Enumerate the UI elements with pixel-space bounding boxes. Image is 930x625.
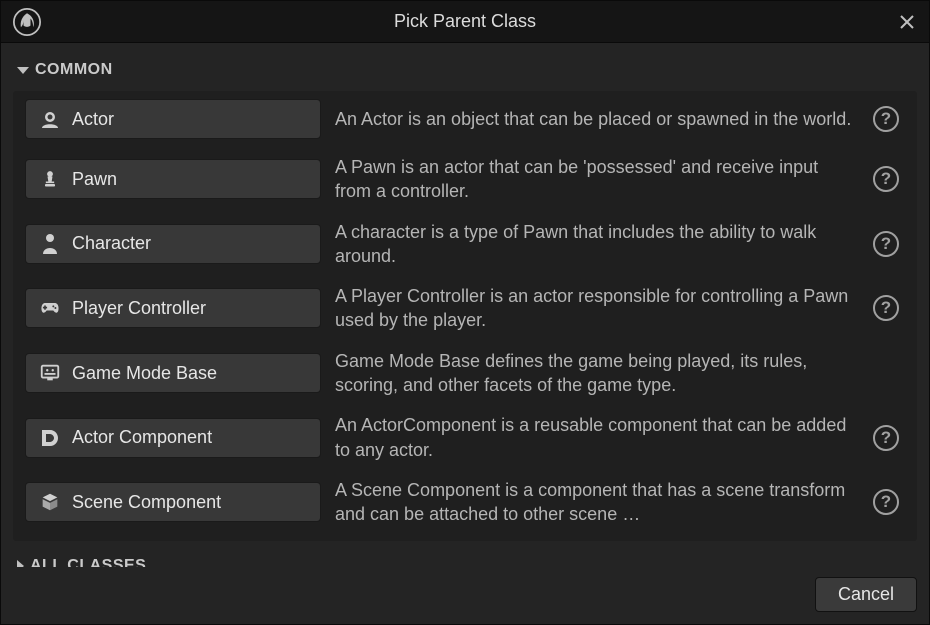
class-description: A Pawn is an actor that can be 'possesse… bbox=[335, 155, 859, 204]
class-row: Scene Component A Scene Component is a co… bbox=[19, 470, 911, 535]
actor-icon bbox=[38, 107, 62, 131]
chevron-right-icon bbox=[17, 560, 24, 567]
section-label-all-classes: ALL CLASSES bbox=[30, 557, 146, 567]
class-button-label: Pawn bbox=[72, 169, 117, 190]
class-button-label: Actor Component bbox=[72, 427, 212, 448]
question-mark-icon: ? bbox=[881, 492, 891, 512]
class-button-pawn[interactable]: Pawn bbox=[25, 159, 321, 199]
class-row: Actor An Actor is an object that can be p… bbox=[19, 91, 911, 147]
class-button-label: Actor bbox=[72, 109, 114, 130]
titlebar: Pick Parent Class bbox=[1, 1, 929, 43]
scene-component-icon bbox=[38, 490, 62, 514]
section-header-all-classes[interactable]: ALL CLASSES bbox=[9, 541, 921, 567]
actor-component-icon bbox=[38, 426, 62, 450]
class-row: Actor Component An ActorComponent is a re… bbox=[19, 405, 911, 470]
class-button-player-controller[interactable]: Player Controller bbox=[25, 288, 321, 328]
question-mark-icon: ? bbox=[881, 109, 891, 129]
class-description: An Actor is an object that can be placed… bbox=[335, 107, 859, 131]
chevron-down-icon bbox=[17, 67, 29, 74]
class-button-label: Player Controller bbox=[72, 298, 206, 319]
section-header-common[interactable]: COMMON bbox=[9, 55, 921, 91]
game-mode-icon bbox=[38, 361, 62, 385]
character-icon bbox=[38, 232, 62, 256]
class-button-game-mode-base[interactable]: Game Mode Base bbox=[25, 353, 321, 393]
question-mark-icon: ? bbox=[881, 169, 891, 189]
question-mark-icon: ? bbox=[881, 428, 891, 448]
class-button-label: Game Mode Base bbox=[72, 363, 217, 384]
cancel-button[interactable]: Cancel bbox=[815, 577, 917, 612]
class-description: Game Mode Base defines the game being pl… bbox=[335, 349, 859, 398]
class-description: A Scene Component is a component that ha… bbox=[335, 478, 859, 527]
close-button[interactable] bbox=[895, 10, 919, 34]
class-button-label: Scene Component bbox=[72, 492, 221, 513]
dialog-title: Pick Parent Class bbox=[394, 11, 536, 32]
class-list: Actor An Actor is an object that can be p… bbox=[13, 91, 917, 541]
class-button-label: Character bbox=[72, 233, 151, 254]
section-label-common: COMMON bbox=[35, 61, 113, 79]
close-icon bbox=[899, 14, 915, 30]
class-row: Player Controller A Player Controller is … bbox=[19, 276, 911, 341]
help-button[interactable]: ? bbox=[873, 231, 899, 257]
class-button-actor-component[interactable]: Actor Component bbox=[25, 418, 321, 458]
class-row: Pawn A Pawn is an actor that can be 'poss… bbox=[19, 147, 911, 212]
question-mark-icon: ? bbox=[881, 298, 891, 318]
dialog-content: COMMON Actor An Actor is an object that c… bbox=[1, 43, 929, 567]
pick-parent-class-dialog: Pick Parent Class COMMON Actor An Actor i… bbox=[0, 0, 930, 625]
class-description: An ActorComponent is a reusable componen… bbox=[335, 413, 859, 462]
help-button[interactable]: ? bbox=[873, 489, 899, 515]
unreal-logo-icon bbox=[13, 8, 41, 36]
class-button-character[interactable]: Character bbox=[25, 224, 321, 264]
class-description: A character is a type of Pawn that inclu… bbox=[335, 220, 859, 269]
pawn-icon bbox=[38, 167, 62, 191]
help-button[interactable]: ? bbox=[873, 425, 899, 451]
help-button[interactable]: ? bbox=[873, 106, 899, 132]
question-mark-icon: ? bbox=[881, 234, 891, 254]
help-button[interactable]: ? bbox=[873, 166, 899, 192]
class-description: A Player Controller is an actor responsi… bbox=[335, 284, 859, 333]
class-row: Character A character is a type of Pawn t… bbox=[19, 212, 911, 277]
player-controller-icon bbox=[38, 296, 62, 320]
class-button-actor[interactable]: Actor bbox=[25, 99, 321, 139]
class-row: Game Mode Base Game Mode Base defines the… bbox=[19, 341, 911, 406]
class-button-scene-component[interactable]: Scene Component bbox=[25, 482, 321, 522]
help-button[interactable]: ? bbox=[873, 295, 899, 321]
dialog-footer: Cancel bbox=[1, 567, 929, 624]
